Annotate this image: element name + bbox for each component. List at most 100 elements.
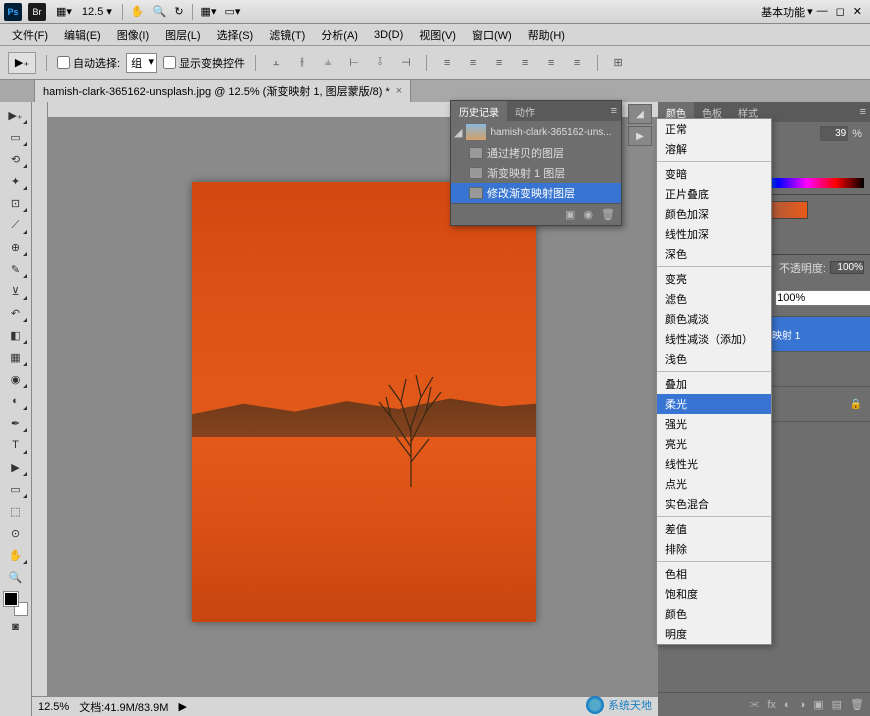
history-item[interactable]: 修改渐变映射图层 — [451, 183, 621, 203]
stamp-tool[interactable]: ⊻ — [4, 281, 28, 301]
current-tool-icon[interactable]: ▶₊ — [8, 52, 36, 74]
blend-mode-item[interactable]: 线性光 — [657, 454, 771, 474]
blend-mode-item[interactable]: 溶解 — [657, 139, 771, 159]
blend-mode-item[interactable]: 线性减淡（添加） — [657, 329, 771, 349]
3d-tool[interactable]: ⬚ — [4, 501, 28, 521]
maximize-icon[interactable]: ◻ — [836, 5, 845, 18]
zoom-tool-shortcut[interactable]: 🔍 — [149, 3, 171, 20]
blend-mode-item[interactable]: 实色混合 — [657, 494, 771, 514]
blend-mode-item[interactable]: 浅色 — [657, 349, 771, 369]
blend-mode-item[interactable]: 饱和度 — [657, 584, 771, 604]
blend-mode-item[interactable]: 差值 — [657, 519, 771, 539]
adjustment-layer-icon[interactable]: ◑ — [799, 699, 806, 711]
align-right-icon[interactable]: ⊣ — [396, 54, 416, 72]
align-bottom-icon[interactable]: ⫨ — [318, 54, 338, 72]
screen-mode-dropdown[interactable]: ▭▾ — [220, 3, 244, 20]
eraser-tool[interactable]: ◧ — [4, 325, 28, 345]
new-layer-icon[interactable]: ▤ — [832, 698, 842, 711]
layer-fx-icon[interactable]: fx — [767, 699, 776, 711]
history-brush-tool[interactable]: ↶ — [4, 303, 28, 323]
history-item[interactable]: 渐变映射 1 图层 — [451, 163, 621, 183]
brush-tool[interactable]: ✎ — [4, 259, 28, 279]
blend-mode-item[interactable]: 滤色 — [657, 289, 771, 309]
blend-mode-menu[interactable]: 正常溶解变暗正片叠底颜色加深线性加深深色变亮滤色颜色减淡线性减淡（添加）浅色叠加… — [656, 118, 772, 645]
blend-mode-item[interactable]: 叠加 — [657, 374, 771, 394]
rotate-view-shortcut[interactable]: ↻ — [170, 3, 187, 20]
auto-select-check[interactable]: 自动选择: — [57, 55, 120, 71]
blend-mode-item[interactable]: 柔光 — [657, 394, 771, 414]
menu-item[interactable]: 图层(L) — [157, 25, 208, 45]
shape-tool[interactable]: ▭ — [4, 479, 28, 499]
arrange-dropdown[interactable]: ▦▾ — [197, 3, 221, 20]
menu-item[interactable]: 分析(A) — [313, 25, 366, 45]
blend-mode-item[interactable]: 颜色减淡 — [657, 309, 771, 329]
align-vcenter-icon[interactable]: ⫲ — [292, 54, 312, 72]
blend-mode-item[interactable]: 排除 — [657, 539, 771, 559]
blend-mode-item[interactable]: 变暗 — [657, 164, 771, 184]
layer-group-icon[interactable]: ▣ — [813, 698, 823, 711]
layout-dropdown[interactable]: ▦▾ — [52, 3, 76, 20]
blend-mode-item[interactable]: 正片叠底 — [657, 184, 771, 204]
type-tool[interactable]: T — [4, 435, 28, 455]
auto-select-type[interactable]: 组 — [126, 53, 157, 73]
menu-item[interactable]: 3D(D) — [366, 27, 411, 43]
pen-tool[interactable]: ✒ — [4, 413, 28, 433]
history-panel[interactable]: 历史记录 动作 ≡ ◢ hamish-clark-365162-uns... 通… — [450, 100, 622, 226]
status-arrow-icon[interactable]: ▶ — [178, 700, 186, 713]
blur-tool[interactable]: ◉ — [4, 369, 28, 389]
blend-mode-item[interactable]: 强光 — [657, 414, 771, 434]
workspace-switcher[interactable]: 基本功能 ▾ — [757, 2, 817, 22]
dist-bottom-icon[interactable]: ≡ — [489, 54, 509, 72]
dist-left-icon[interactable]: ≡ — [515, 54, 535, 72]
blend-mode-item[interactable]: 亮光 — [657, 434, 771, 454]
zoom-tool[interactable]: 🔍 — [4, 567, 28, 587]
align-top-icon[interactable]: ⫠ — [266, 54, 286, 72]
link-layers-icon[interactable]: ⫘ — [749, 698, 759, 711]
dist-top-icon[interactable]: ≡ — [437, 54, 457, 72]
blend-mode-item[interactable]: 颜色加深 — [657, 204, 771, 224]
history-snapshot-icon[interactable]: ◉ — [583, 208, 593, 221]
path-select-tool[interactable]: ▶ — [4, 457, 28, 477]
gradient-tool[interactable]: ▦ — [4, 347, 28, 367]
layer-fill-input[interactable] — [775, 290, 870, 306]
hand-tool[interactable]: ✋ — [4, 545, 28, 565]
history-snapshot[interactable]: ◢ hamish-clark-365162-uns... — [451, 121, 621, 143]
bridge-icon[interactable]: Br — [28, 3, 46, 21]
menu-item[interactable]: 滤镜(T) — [261, 25, 313, 45]
heal-tool[interactable]: ⊕ — [4, 237, 28, 257]
align-left-icon[interactable]: ⊢ — [344, 54, 364, 72]
history-delete-icon[interactable]: 🗑 — [601, 208, 615, 221]
status-doc[interactable]: 文档:41.9M/83.9M — [79, 699, 168, 715]
blend-mode-item[interactable]: 正常 — [657, 119, 771, 139]
crop-tool[interactable]: ⊡ — [4, 193, 28, 213]
dist-vcenter-icon[interactable]: ≡ — [463, 54, 483, 72]
close-icon[interactable]: ✕ — [853, 5, 862, 18]
color-swatches[interactable] — [4, 592, 28, 616]
layer-mask-icon[interactable]: ◐ — [784, 699, 791, 711]
blend-mode-item[interactable]: 色相 — [657, 564, 771, 584]
quick-select-tool[interactable]: ✦ — [4, 171, 28, 191]
blend-mode-item[interactable]: 变亮 — [657, 269, 771, 289]
close-tab-icon[interactable]: × — [396, 85, 402, 97]
menu-item[interactable]: 窗口(W) — [464, 25, 520, 45]
status-zoom[interactable]: 12.5% — [38, 701, 69, 713]
menu-item[interactable]: 视图(V) — [411, 25, 464, 45]
auto-align-icon[interactable]: ⊞ — [608, 54, 628, 72]
show-transform-check[interactable]: 显示变换控件 — [163, 55, 245, 71]
hand-tool-shortcut[interactable]: ✋ — [127, 3, 149, 20]
menu-item[interactable]: 图像(I) — [109, 25, 157, 45]
history-new-doc-icon[interactable]: ▣ — [565, 208, 575, 221]
color-opacity-input[interactable] — [820, 126, 848, 141]
move-tool[interactable]: ▶₊ — [4, 105, 28, 125]
snapshot-brush-icon[interactable]: ◢ — [454, 126, 462, 139]
collapsed-icon-2[interactable]: ▶ — [628, 126, 652, 146]
tab-actions[interactable]: 动作 — [507, 101, 543, 122]
blend-mode-item[interactable]: 深色 — [657, 244, 771, 264]
blend-mode-item[interactable]: 点光 — [657, 474, 771, 494]
quickmask-toggle[interactable]: ◙ — [4, 617, 28, 637]
align-hcenter-icon[interactable]: ⫱ — [370, 54, 390, 72]
tab-history[interactable]: 历史记录 — [451, 101, 507, 122]
panel-menu-icon[interactable]: ≡ — [856, 106, 870, 118]
lasso-tool[interactable]: ⟲ — [4, 149, 28, 169]
marquee-tool[interactable]: ▭ — [4, 127, 28, 147]
